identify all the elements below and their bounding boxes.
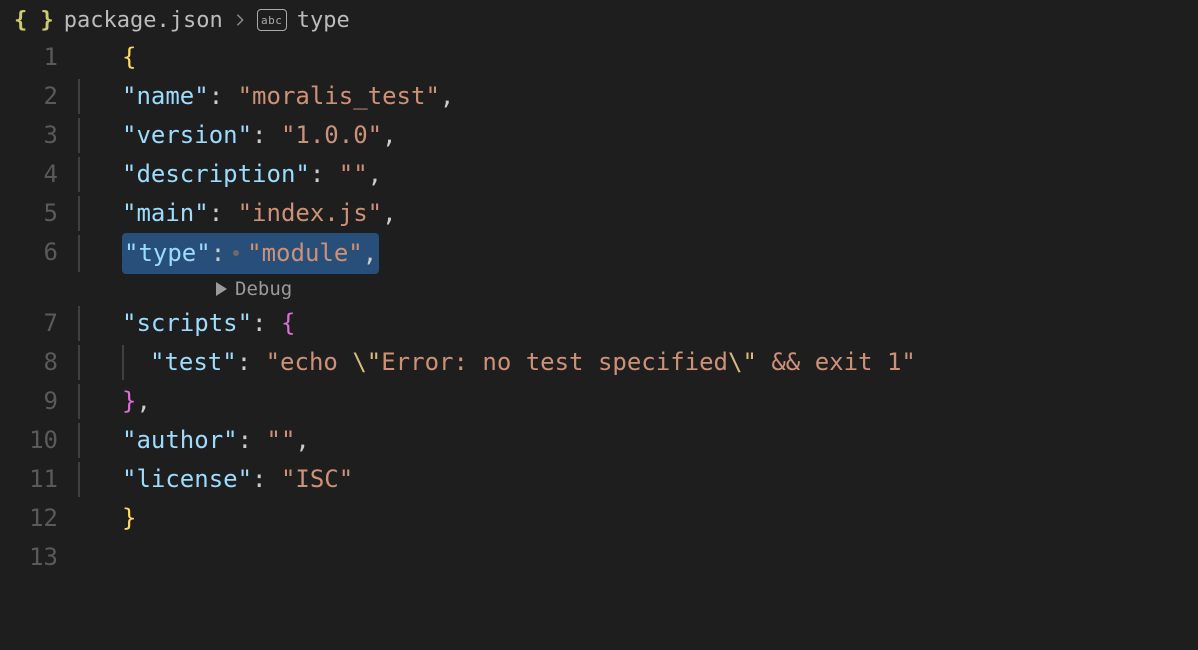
line-number: 10	[0, 421, 78, 460]
line-number: 2	[0, 77, 78, 116]
line-number: 3	[0, 116, 78, 155]
code-content[interactable]: },	[80, 382, 151, 421]
brace-open: {	[122, 38, 136, 77]
code-editor[interactable]: 1 { 2 "name": "moralis_test", 3 "version…	[0, 38, 1198, 577]
whitespace-dot-icon	[233, 250, 239, 256]
code-content[interactable]: }	[78, 499, 136, 538]
debug-label: Debug	[235, 274, 292, 304]
line-number: 6	[0, 233, 78, 272]
code-content[interactable]: "description": "",	[80, 155, 382, 194]
code-content[interactable]: {	[78, 38, 136, 77]
line-number: 5	[0, 194, 78, 233]
code-line: 8 "test": "echo \"Error: no test specifi…	[0, 343, 1198, 382]
code-line: 3 "version": "1.0.0",	[0, 116, 1198, 155]
code-line: 11 "license": "ISC"	[0, 460, 1198, 499]
chevron-right-icon	[233, 8, 247, 33]
code-line: 5 "main": "index.js",	[0, 194, 1198, 233]
code-line: 2 "name": "moralis_test",	[0, 77, 1198, 116]
code-content[interactable]: "type":"module",	[80, 233, 379, 274]
line-number: 1	[0, 38, 78, 77]
line-number: 12	[0, 499, 78, 538]
code-line: 1 {	[0, 38, 1198, 77]
code-content[interactable]: "name": "moralis_test",	[80, 77, 454, 116]
code-content[interactable]: "license": "ISC"	[80, 460, 353, 499]
code-line: 6 "type":"module",	[0, 233, 1198, 274]
json-icon: { }	[14, 8, 54, 33]
string-property-icon: abc	[257, 9, 287, 31]
selection-highlight: "type":"module",	[122, 233, 379, 274]
brace-open: {	[281, 304, 295, 343]
line-number: 8	[0, 343, 78, 382]
code-line: 12 }	[0, 499, 1198, 538]
indent-guide	[122, 345, 124, 380]
code-line: 13	[0, 538, 1198, 577]
code-content[interactable]: "test": "echo \"Error: no test specified…	[80, 343, 916, 382]
debug-codelens[interactable]: Debug	[0, 274, 1198, 304]
breadcrumb[interactable]: { } package.json abc type	[0, 0, 1198, 38]
brace-close: }	[122, 499, 136, 538]
play-icon	[216, 282, 227, 296]
line-number: 4	[0, 155, 78, 194]
line-number: 7	[0, 304, 78, 343]
code-line: 7 "scripts": {	[0, 304, 1198, 343]
code-content[interactable]: "version": "1.0.0",	[80, 116, 397, 155]
line-number: 9	[0, 382, 78, 421]
breadcrumb-property[interactable]: type	[297, 8, 350, 33]
code-line: 9 },	[0, 382, 1198, 421]
code-content[interactable]: "main": "index.js",	[80, 194, 397, 233]
code-line: 10 "author": "",	[0, 421, 1198, 460]
breadcrumb-file[interactable]: package.json	[64, 8, 223, 33]
code-line: 4 "description": "",	[0, 155, 1198, 194]
line-number: 11	[0, 460, 78, 499]
code-content[interactable]: "author": "",	[80, 421, 310, 460]
brace-close: }	[122, 382, 136, 421]
code-content[interactable]: "scripts": {	[80, 304, 295, 343]
line-number: 13	[0, 538, 78, 577]
